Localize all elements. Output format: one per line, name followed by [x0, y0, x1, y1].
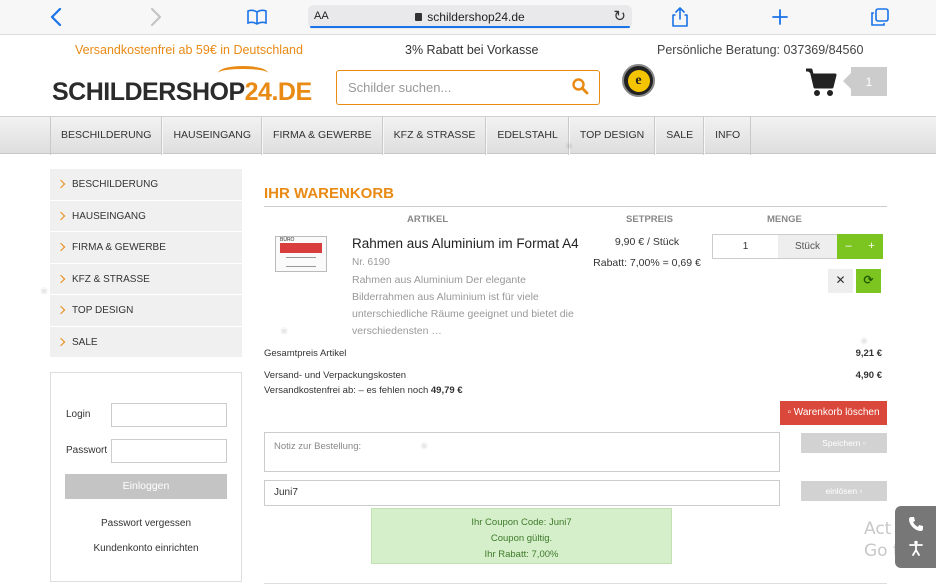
new-tab-plus-icon[interactable] [768, 5, 792, 29]
free-shipping-note: Versandkostenfrei ab: – es fehlen noch 4… [264, 385, 463, 396]
address-bar[interactable]: AA schildershop24.de ↻ [308, 5, 632, 29]
coupon-discount-line: Ihr Rabatt: 7,00% [484, 549, 559, 560]
search-input[interactable] [337, 71, 567, 104]
sidebar-item-sale[interactable]: SALE [50, 327, 242, 358]
logo-number: 24 [244, 78, 272, 106]
sidebar-item-hauseingang[interactable]: HAUSEINGANG [50, 201, 242, 232]
login-button[interactable]: Einloggen [65, 474, 227, 499]
phone-icon[interactable] [908, 516, 924, 532]
main-navigation: BESCHILDERUNG HAUSEINGANG FIRMA & GEWERB… [0, 116, 936, 155]
sidebar-item-kfz-strasse[interactable]: KFZ & STRASSE [50, 264, 242, 295]
browser-toolbar: AA schildershop24.de ↻ [0, 0, 936, 35]
logo-tld: .DE [271, 78, 312, 106]
refresh-item-button[interactable]: ⟳ [856, 269, 881, 293]
quantity-minus-button[interactable]: – [837, 234, 860, 259]
consultation-phone[interactable]: Persönliche Beratung: 037369/84560 [657, 43, 863, 57]
nav-item-edelstahl[interactable]: EDELSTAHL [486, 117, 569, 155]
save-note-button[interactable]: Speichern ▫ [801, 433, 887, 453]
product-image[interactable]: BÜRO [275, 236, 327, 272]
trusted-shops-badge[interactable]: e [622, 64, 655, 97]
watermark: ◉ [277, 323, 291, 337]
accessibility-icon[interactable] [908, 540, 924, 556]
sidebar-item-firma-gewerbe[interactable]: FIRMA & GEWERBE [50, 232, 242, 264]
search-box [336, 70, 600, 105]
discount-info: Rabatt: 7,00% = 0,69 € [593, 257, 701, 269]
forward-chevron-icon[interactable] [144, 5, 168, 29]
unit-price: 9,90 € / Stück [614, 236, 680, 248]
sidebar-categories: BESCHILDERUNG HAUSEINGANG FIRMA & GEWERB… [50, 169, 242, 358]
column-header-quantity: MENGE [767, 214, 802, 225]
redeem-coupon-label: einlösen [825, 486, 858, 496]
shipping-label: Versand- und Verpackungskosten [264, 370, 407, 381]
column-header-article: ARTIKEL [407, 214, 449, 225]
watermark: ◉ [857, 333, 871, 347]
total-label: Gesamtpreis Artikel [264, 348, 347, 359]
remove-item-button[interactable]: ✕ [828, 269, 853, 293]
page-title: IHR WARENKORB [264, 185, 394, 202]
sidebar-item-top-design[interactable]: TOP DESIGN [50, 295, 242, 327]
back-chevron-icon[interactable] [44, 5, 68, 29]
prepayment-discount-info: 3% Rabatt bei Vorkasse [405, 43, 539, 57]
forgot-password-link[interactable]: Passwort vergessen [51, 518, 241, 529]
shipping-info: Versandkostenfrei ab 59€ in Deutschland [75, 43, 303, 57]
clear-cart-label: Warenkorb löschen [793, 407, 880, 418]
product-name[interactable]: Rahmen aus Aluminium im Format A4 [352, 236, 579, 251]
free-shipping-amount: 49,79 € [430, 385, 463, 396]
clear-cart-button[interactable]: ▫ Warenkorb löschen [780, 401, 887, 425]
nav-item-firma-gewerbe[interactable]: FIRMA & GEWERBE [262, 117, 383, 155]
tabs-overview-icon[interactable] [868, 5, 892, 29]
watermark: ◉ [37, 283, 51, 297]
product-image-red-bar [280, 243, 322, 253]
product-number: Nr. 6190 [352, 257, 390, 268]
nav-item-kfz-strasse[interactable]: KFZ & STRASSE [382, 117, 487, 155]
password-label: Passwort [66, 445, 108, 456]
coupon-valid-line: Coupon gültig. [490, 533, 553, 544]
login-box: Login Passwort Einloggen Passwort verges… [50, 372, 242, 582]
shopping-cart-icon[interactable] [805, 68, 837, 98]
share-icon[interactable] [668, 5, 692, 29]
login-field[interactable] [111, 403, 227, 427]
coupon-code-line: Ihr Coupon Code: Juni7 [471, 517, 572, 528]
nav-item-top-design[interactable]: TOP DESIGN [568, 117, 656, 155]
trusted-shops-letter: e [627, 69, 650, 92]
nav-item-info[interactable]: INFO [704, 117, 752, 155]
nav-item-hauseingang[interactable]: HAUSEINGANG [162, 117, 263, 155]
load-progress-bar [310, 26, 630, 28]
site-logo[interactable]: SCHILDERSHOP24.DE [52, 66, 312, 106]
quantity-input[interactable]: 1 [712, 234, 779, 259]
create-account-link[interactable]: Kundenkonto einrichten [51, 543, 241, 554]
order-note-textarea[interactable]: Notiz zur Bestellung: [264, 432, 780, 472]
product-image-lines [286, 257, 316, 267]
nav-item-sale[interactable]: SALE [655, 117, 705, 155]
search-icon[interactable] [571, 77, 591, 97]
reload-icon[interactable]: ↻ [613, 7, 626, 25]
bottom-divider [264, 583, 887, 584]
save-note-label: Speichern [822, 438, 861, 448]
quantity-unit: Stück [778, 234, 838, 259]
cart-count-badge[interactable]: 1 [843, 67, 887, 96]
url-text: schildershop24.de [427, 10, 525, 24]
floating-contact-button[interactable] [895, 506, 936, 568]
column-header-price: SETPREIS [626, 214, 673, 225]
sidebar-item-beschilderung[interactable]: BESCHILDERUNG [50, 169, 242, 201]
free-shipping-text: Versandkostenfrei ab: – es fehlen noch [264, 385, 431, 396]
password-field[interactable] [111, 439, 227, 463]
logo-text: SCHILDERSHOP [52, 78, 245, 106]
redeem-coupon-button[interactable]: einlösen ▫ [801, 481, 887, 501]
coupon-input[interactable]: Juni7 [264, 480, 780, 506]
coupon-success-message: Ihr Coupon Code: Juni7 Coupon gültig. Ih… [371, 508, 672, 564]
title-divider [264, 206, 887, 207]
lock-icon [415, 13, 423, 21]
product-image-label: BÜRO [280, 237, 295, 243]
product-description: Rahmen aus Aluminium Der elegante Bilder… [352, 274, 574, 337]
quantity-plus-button[interactable]: + [860, 234, 883, 259]
bookmarks-book-icon[interactable] [245, 5, 269, 29]
login-label: Login [66, 409, 91, 420]
shipping-value: 4,90 € [855, 370, 882, 381]
total-value: 9,21 € [855, 348, 882, 359]
nav-item-beschilderung[interactable]: BESCHILDERUNG [50, 117, 163, 155]
